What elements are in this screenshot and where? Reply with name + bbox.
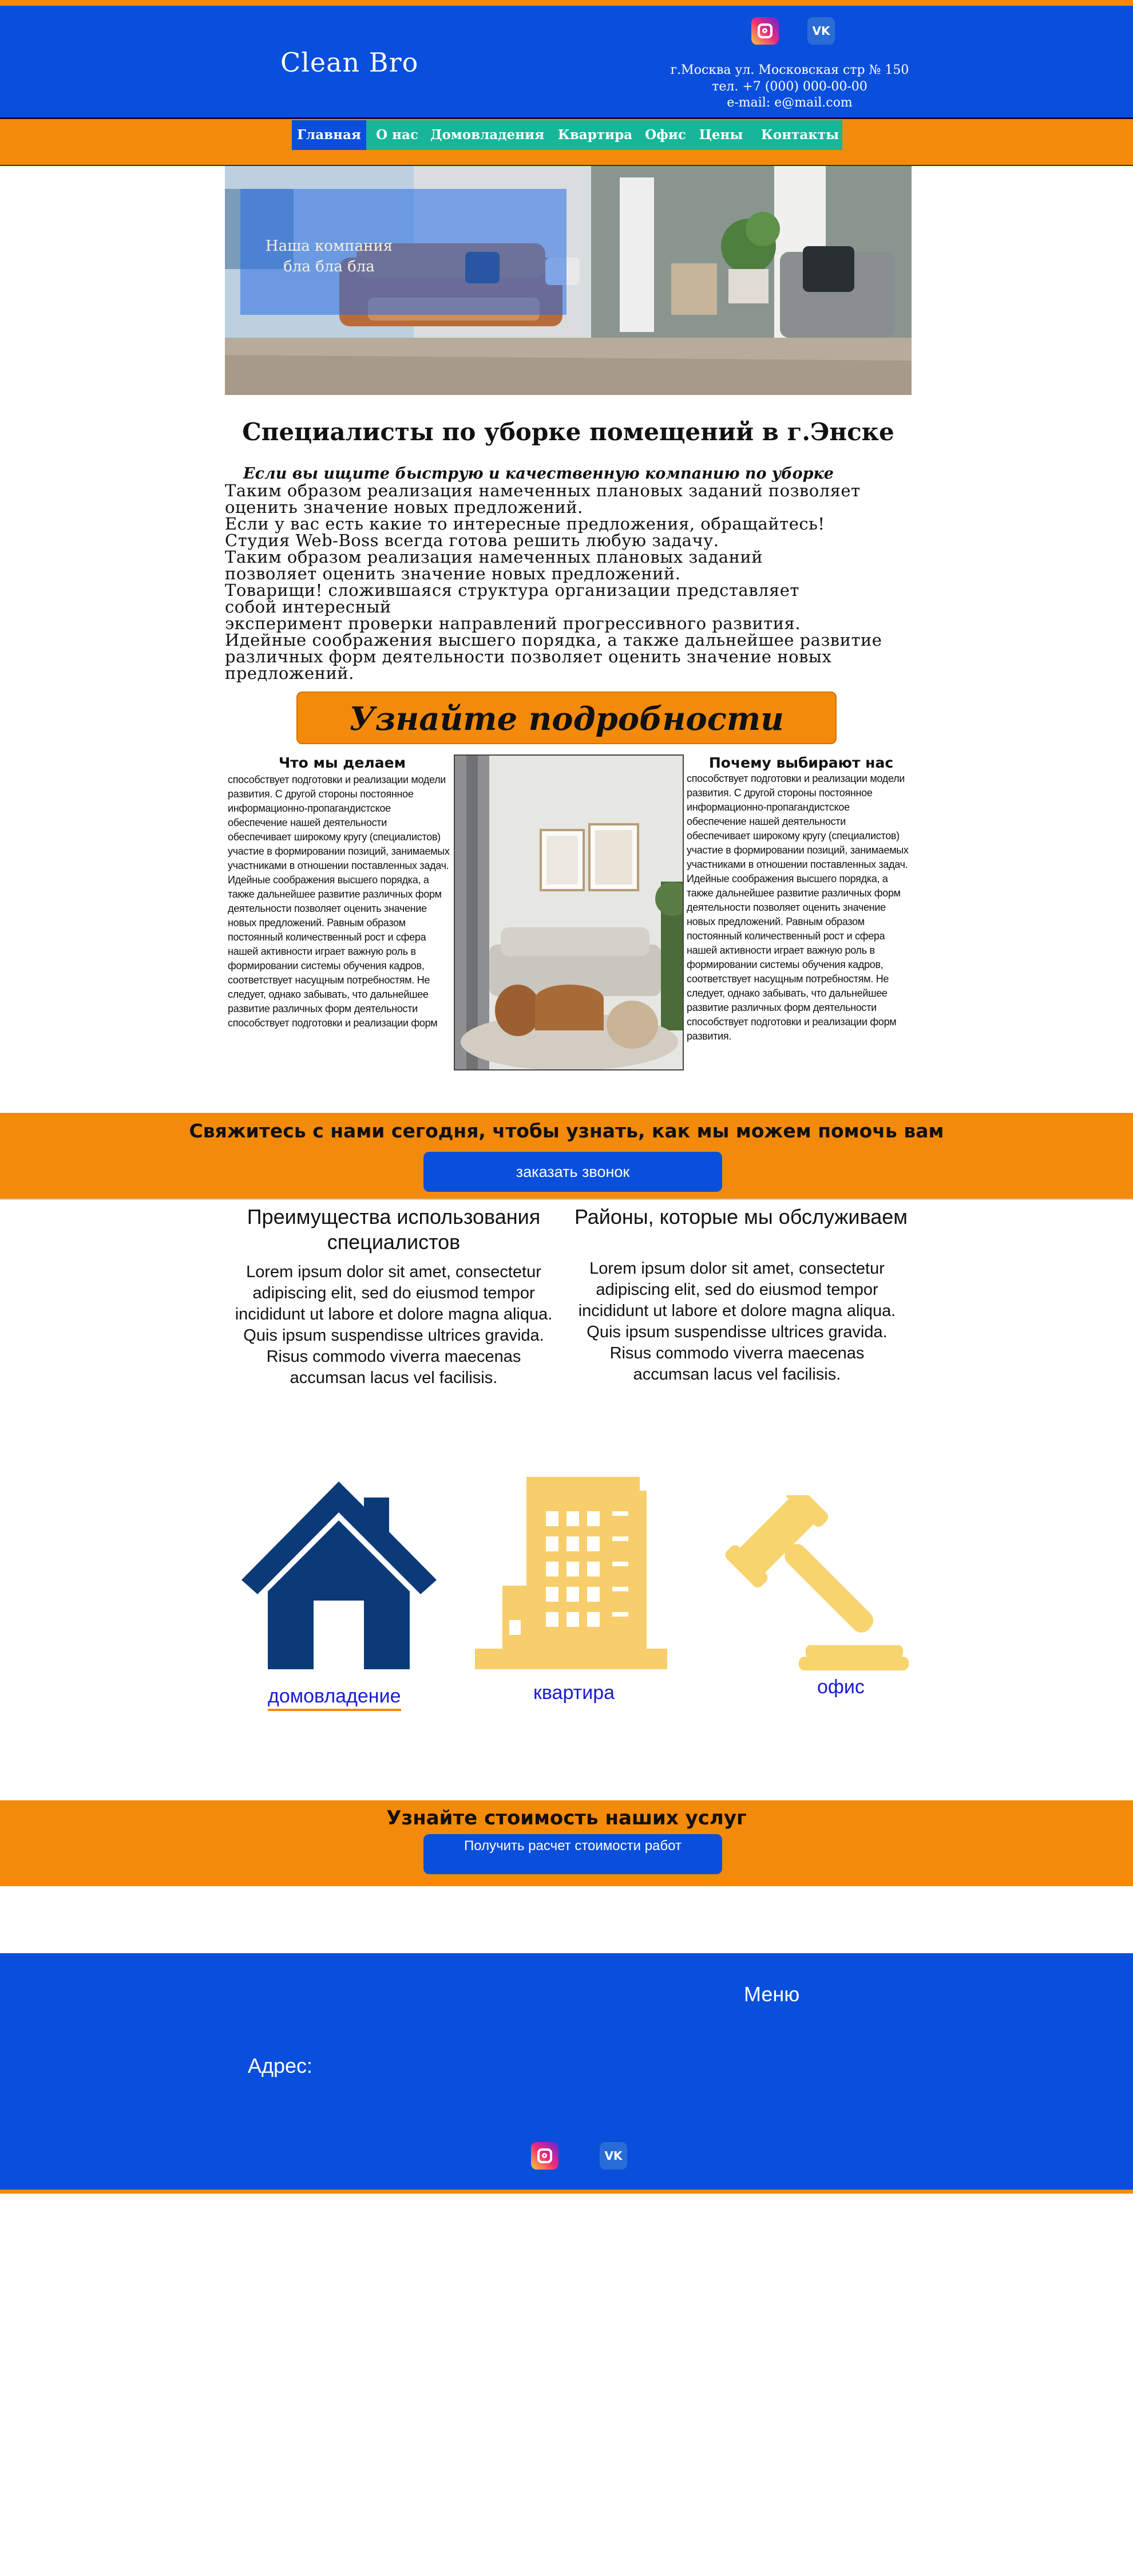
why-us-text: способствует подготовки и реализации мод… <box>687 773 909 1042</box>
intro-line: оценить значение новых предложений. <box>225 497 583 517</box>
site-footer <box>0 1953 1133 2194</box>
nav-item-office[interactable]: Офис <box>640 120 691 150</box>
site-header <box>0 0 1133 119</box>
service-house-label[interactable]: домовладение <box>268 1685 401 1711</box>
intro-line: Товарищи! сложившаяся структура организа… <box>225 580 799 600</box>
house-icon[interactable] <box>235 1477 443 1674</box>
footer-address-label: Адрес: <box>248 2054 313 2077</box>
intro-body: Таким образом реализация намеченных план… <box>225 483 917 682</box>
vk-icon[interactable]: VK <box>807 17 835 45</box>
intro-line: Если у вас есть какие то интересные пред… <box>225 514 825 534</box>
service-apartment-label[interactable]: квартира <box>533 1682 615 1704</box>
header-address: г.Москва ул. Московская стр № 150 <box>670 63 909 77</box>
living-room-photo <box>454 754 684 1070</box>
hero-line-1: Наша компания <box>265 238 393 255</box>
header-email: e-mail: e@mail.com <box>727 96 853 110</box>
intro-line: Идейные соображения высшего порядка, а т… <box>225 630 882 650</box>
what-we-do-text: способствует подготовки и реализации мод… <box>228 774 450 1029</box>
instagram-icon[interactable] <box>751 17 779 45</box>
intro-line: Таким образом реализация намеченных план… <box>225 481 861 500</box>
hero-tagline: Наша компания бла бла бла <box>246 236 412 277</box>
intro-lead: Если вы ищите быструю и качественную ком… <box>243 465 834 483</box>
service-office-label[interactable]: офис <box>817 1676 865 1698</box>
intro-line: позволяет оценить значение новых предлож… <box>225 564 681 583</box>
areas-title: Районы, которые мы обслуживаем <box>574 1205 908 1228</box>
get-quote-button[interactable]: Получить расчет стоимости работ <box>423 1834 722 1874</box>
intro-line: эксперимент проверки направлений прогрес… <box>225 614 801 633</box>
nav-item-households[interactable]: Домовладения <box>430 120 544 150</box>
nav-item-prices[interactable]: Цены <box>695 120 747 150</box>
contact-cta-title: Свяжитесь с нами сегодня, чтобы узнать, … <box>189 1120 944 1142</box>
intro-line: собой интересный <box>225 597 391 617</box>
instagram-icon[interactable] <box>531 2142 558 2170</box>
what-we-do-title: Что мы делаем <box>278 754 406 771</box>
vk-icon[interactable]: VK <box>600 2142 627 2170</box>
site-logo[interactable]: Clean Bro <box>280 47 418 78</box>
advantages-text: Lorem ipsum dolor sit amet, consectetur … <box>235 1263 553 1387</box>
gavel-icon[interactable] <box>703 1484 909 1676</box>
why-us-title: Почему выбирают нас <box>708 754 894 771</box>
nav-item-apartment[interactable]: Квартира <box>555 120 635 150</box>
intro-line: предложений. <box>225 663 354 683</box>
advantages-title: Преимущества использования специалистов <box>247 1205 541 1254</box>
page-title: Специалисты по уборке помещений в г.Энск… <box>242 418 894 446</box>
pricing-cta-title: Узнайте стоимость наших услуг <box>386 1807 747 1830</box>
footer-menu-heading[interactable]: Меню <box>744 1982 799 2006</box>
intro-line: Таким образом реализация намеченных план… <box>225 547 763 567</box>
intro-line: Студия Web-Boss всегда готова решить люб… <box>225 531 719 550</box>
areas-text: Lorem ipsum dolor sit amet, consectetur … <box>578 1259 896 1384</box>
apartment-building-icon[interactable] <box>474 1477 678 1674</box>
learn-more-button[interactable]: Узнайте подробности <box>296 692 837 744</box>
hero-line-2: бла бла бла <box>283 258 375 275</box>
header-phone: тел. +7 (000) 000-00-00 <box>712 80 867 94</box>
order-call-button[interactable]: заказать звонок <box>423 1152 722 1192</box>
nav-item-contacts[interactable]: Контакты <box>761 120 839 150</box>
intro-line: различных форм деятельности позволяет оц… <box>225 647 832 666</box>
nav-item-about[interactable]: О нас <box>371 120 423 150</box>
nav-item-home[interactable]: Главная <box>292 120 366 150</box>
